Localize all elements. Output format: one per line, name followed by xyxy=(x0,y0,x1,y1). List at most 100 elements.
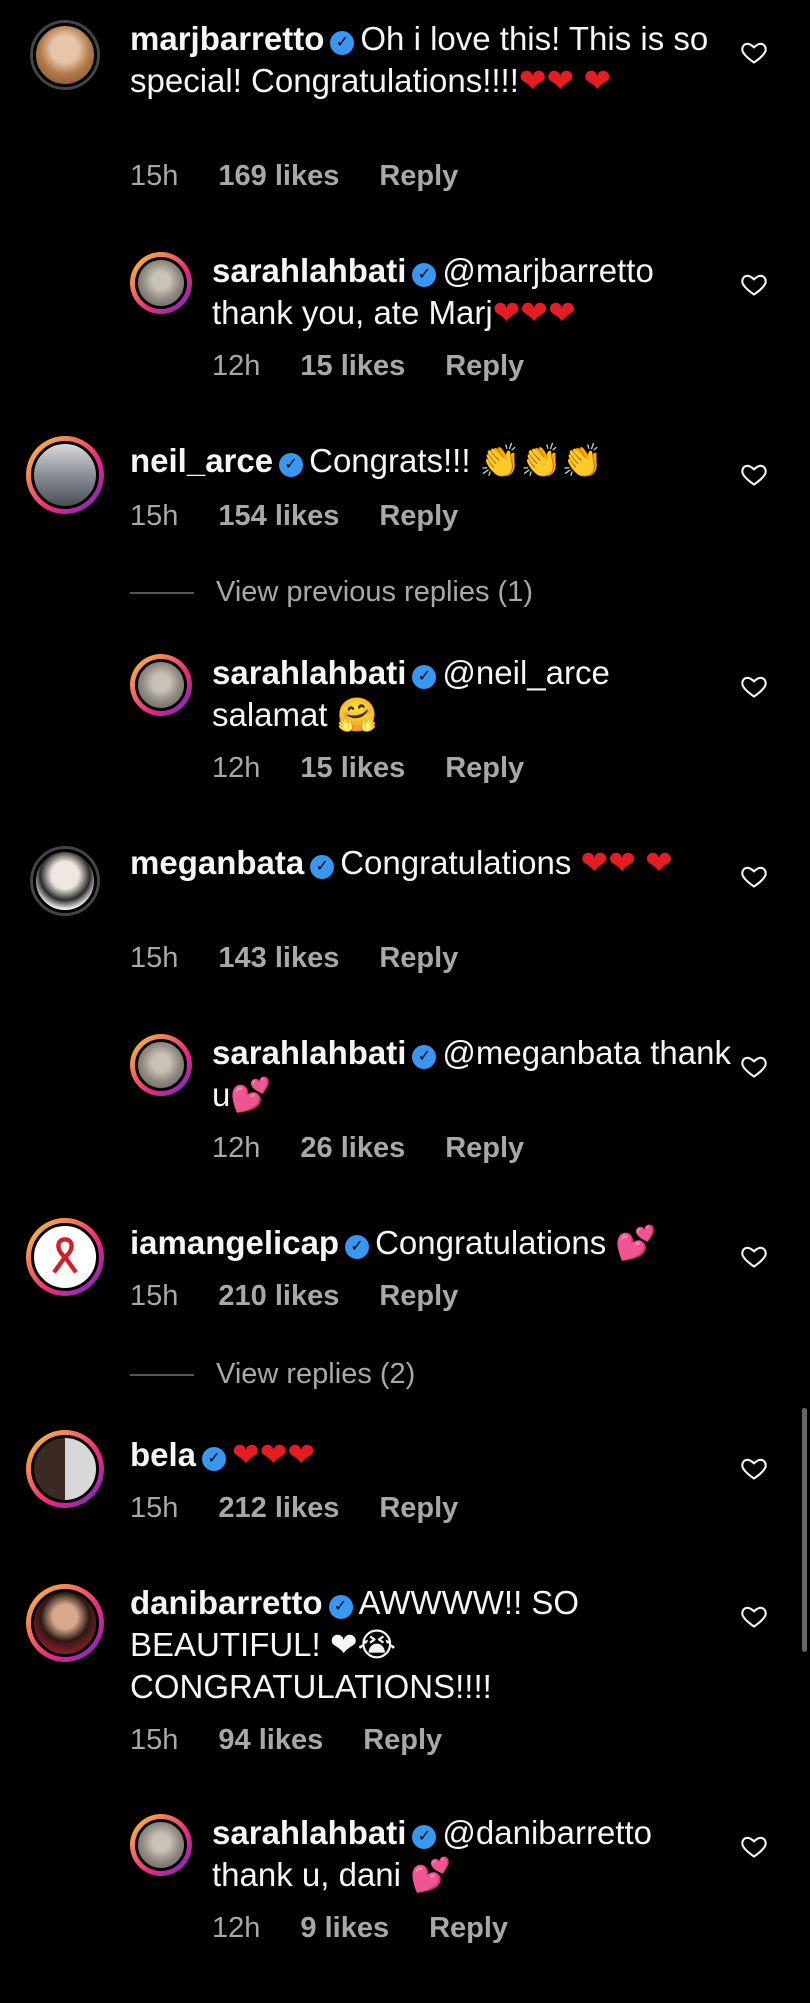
heart-outline-icon[interactable] xyxy=(740,270,768,298)
avatar[interactable] xyxy=(26,1584,104,1662)
avatar[interactable] xyxy=(30,20,100,90)
username[interactable]: sarahlahbati xyxy=(212,1034,406,1071)
username[interactable]: sarahlahbati xyxy=(212,252,406,289)
username[interactable]: marjbarretto xyxy=(130,20,324,57)
likes-count[interactable]: 143 likes xyxy=(218,942,339,974)
username[interactable]: sarahlahbati xyxy=(212,654,406,691)
verified-badge-icon: ✓ xyxy=(345,1235,370,1259)
reply-button[interactable]: Reply xyxy=(445,752,524,784)
timestamp: 15h xyxy=(130,500,179,532)
reply-button[interactable]: Reply xyxy=(445,350,524,382)
avatar[interactable] xyxy=(130,1034,192,1096)
heart-outline-icon[interactable] xyxy=(740,38,768,66)
username[interactable]: neil_arce xyxy=(130,442,273,479)
likes-count[interactable]: 15 likes xyxy=(300,752,405,784)
view-replies[interactable]: View replies (2) xyxy=(130,1358,415,1391)
heart-outline-icon[interactable] xyxy=(740,460,768,488)
verified-badge-icon: ✓ xyxy=(412,665,437,689)
heart-emoji: ❤❤ ❤ xyxy=(580,844,673,881)
reply-button[interactable]: Reply xyxy=(429,1912,508,1944)
username[interactable]: danibarretto xyxy=(130,1584,323,1621)
comment-body: sarahlahbati ✓ @marjbarretto thank you, at… xyxy=(212,250,732,334)
timestamp: 12h xyxy=(212,752,261,784)
heart-emoji: ❤❤ ❤ xyxy=(518,62,612,99)
comment-meta: 15h 143 likes Reply xyxy=(130,942,498,975)
reply-button[interactable]: Reply xyxy=(379,500,458,532)
heart-outline-icon[interactable] xyxy=(740,1052,768,1080)
view-previous-replies[interactable]: View previous replies (1) xyxy=(130,576,533,609)
avatar[interactable] xyxy=(26,1430,104,1508)
timestamp: 15h xyxy=(130,160,179,192)
heart-emoji: ❤❤❤ xyxy=(232,1436,315,1473)
ribbon-logo-icon xyxy=(52,1237,78,1274)
likes-count[interactable]: 154 likes xyxy=(218,500,339,532)
comment-meta: 12h 15 likes Reply xyxy=(212,350,564,383)
likes-count[interactable]: 94 likes xyxy=(218,1724,323,1756)
heart-outline-icon[interactable] xyxy=(740,672,768,700)
comment-meta: 12h 26 likes Reply xyxy=(212,1132,564,1165)
timestamp: 15h xyxy=(130,1724,179,1756)
username[interactable]: meganbata xyxy=(130,844,304,881)
verified-badge-icon: ✓ xyxy=(412,263,437,287)
avatar[interactable] xyxy=(130,1814,192,1876)
heart-outline-icon[interactable] xyxy=(740,862,768,890)
likes-count[interactable]: 9 likes xyxy=(300,1912,389,1944)
avatar[interactable] xyxy=(26,436,104,514)
heart-outline-icon[interactable] xyxy=(740,1602,768,1630)
likes-count[interactable]: 210 likes xyxy=(218,1280,339,1312)
emoji: ❤😭 xyxy=(329,1626,397,1663)
hearts-emoji: 💕 xyxy=(230,1076,272,1113)
comment-body: iamangelicap ✓ Congratulations 💕 xyxy=(130,1222,720,1264)
likes-count[interactable]: 169 likes xyxy=(218,160,339,192)
timestamp: 12h xyxy=(212,1912,261,1944)
heart-emoji: ❤❤❤ xyxy=(492,294,576,331)
hearts-emoji: 💕 xyxy=(410,1856,452,1893)
comment-body: marjbarretto ✓ Oh i love this! This is so … xyxy=(130,18,720,102)
timestamp: 12h xyxy=(212,350,261,382)
avatar[interactable] xyxy=(130,654,192,716)
avatar[interactable] xyxy=(130,252,192,314)
reply-button[interactable]: Reply xyxy=(363,1724,442,1756)
divider xyxy=(130,592,194,595)
heart-outline-icon[interactable] xyxy=(740,1832,768,1860)
view-previous-label[interactable]: View previous replies (1) xyxy=(216,576,533,608)
avatar[interactable] xyxy=(30,846,100,916)
reply-button[interactable]: Reply xyxy=(379,942,458,974)
comment-meta: 15h 94 likes Reply xyxy=(130,1724,482,1757)
comment-body: sarahlahbati ✓ @meganbata thank u💕 xyxy=(212,1032,732,1116)
likes-count[interactable]: 26 likes xyxy=(300,1132,405,1164)
view-replies-label[interactable]: View replies (2) xyxy=(216,1358,415,1390)
verified-badge-icon: ✓ xyxy=(330,31,355,55)
likes-count[interactable]: 212 likes xyxy=(218,1492,339,1524)
comment-meta: 12h 9 likes Reply xyxy=(212,1912,548,1945)
verified-badge-icon: ✓ xyxy=(310,855,335,879)
username[interactable]: sarahlahbati xyxy=(212,1814,406,1851)
verified-badge-icon: ✓ xyxy=(279,453,304,477)
reply-button[interactable]: Reply xyxy=(379,160,458,192)
reply-button[interactable]: Reply xyxy=(379,1280,458,1312)
comment-body: meganbata ✓ Congratulations ❤❤ ❤ xyxy=(130,842,720,884)
hug-emoji: 🤗 xyxy=(336,696,378,733)
comment-body: sarahlahbati ✓ @neil_arce salamat 🤗 xyxy=(212,652,732,736)
comment-meta: 12h 15 likes Reply xyxy=(212,752,564,785)
comment-body: sarahlahbati ✓ @danibarretto thank u, dani… xyxy=(212,1812,732,1896)
timestamp: 15h xyxy=(130,942,179,974)
heart-outline-icon[interactable] xyxy=(740,1242,768,1270)
hearts-emoji: 💕 xyxy=(615,1224,657,1261)
clap-emoji: 👏👏👏 xyxy=(479,442,603,479)
likes-count[interactable]: 15 likes xyxy=(300,350,405,382)
comment-text: Congratulations xyxy=(375,1224,607,1261)
verified-badge-icon: ✓ xyxy=(412,1825,437,1849)
heart-outline-icon[interactable] xyxy=(740,1454,768,1482)
username[interactable]: bela xyxy=(130,1436,196,1473)
timestamp: 15h xyxy=(130,1280,179,1312)
reply-button[interactable]: Reply xyxy=(445,1132,524,1164)
scrollbar[interactable] xyxy=(802,1408,807,1652)
reply-button[interactable]: Reply xyxy=(379,1492,458,1524)
verified-badge-icon: ✓ xyxy=(202,1447,227,1471)
username[interactable]: iamangelicap xyxy=(130,1224,339,1261)
comment-meta: 15h 169 likes Reply xyxy=(130,160,498,193)
timestamp: 12h xyxy=(212,1132,261,1164)
verified-badge-icon: ✓ xyxy=(328,1595,353,1619)
avatar[interactable] xyxy=(26,1218,104,1296)
